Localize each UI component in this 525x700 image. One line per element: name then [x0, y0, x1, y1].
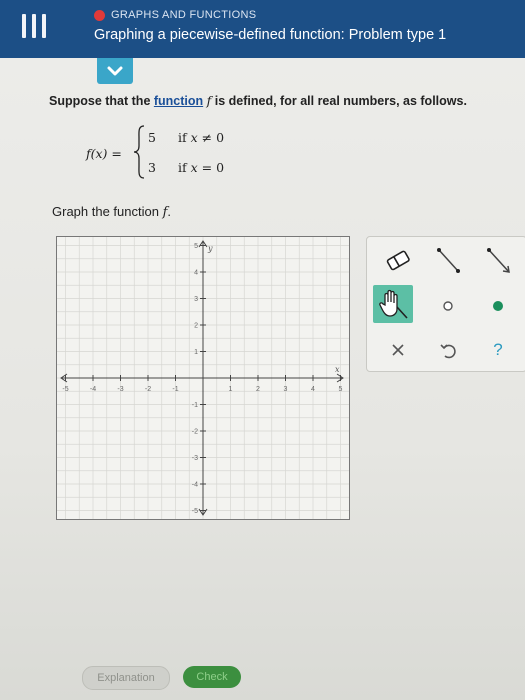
y-tick-label: -4 — [192, 482, 198, 489]
function-lhs: f(x) = — [86, 146, 122, 161]
y-tick-label: -1 — [192, 402, 198, 409]
undo-button[interactable] — [433, 335, 463, 365]
case-2-rest: = 0 — [197, 160, 225, 175]
case-2-condition: if x = 0 — [178, 160, 225, 175]
chevron-down-icon — [107, 66, 123, 76]
hand-icon — [379, 289, 408, 319]
explanation-button[interactable]: Explanation — [82, 666, 170, 690]
segment-tool[interactable] — [433, 245, 463, 275]
eraser-icon — [386, 250, 410, 271]
x-tick-label: -2 — [145, 386, 151, 393]
instruction-suffix: . — [167, 204, 172, 219]
x-tick-label: -5 — [62, 386, 68, 393]
graph-toolbox: ? — [366, 236, 525, 372]
graph-panel[interactable]: x y -5 -4 -3 -2 -1 1 2 3 4 5 5 4 3 2 1 -1 -2 -3 -4 -5 — [56, 236, 350, 520]
open-point-icon — [443, 301, 453, 311]
question-prefix: Suppose that the — [49, 94, 154, 108]
closed-point-icon — [493, 301, 503, 311]
question-text: Suppose that the function f is defined, … — [49, 93, 467, 108]
y-tick-label: 3 — [194, 296, 198, 303]
x-tick-label: 5 — [339, 386, 343, 393]
topic-label: GRAPHS AND FUNCTIONS — [111, 9, 257, 21]
x-tick-label: -3 — [117, 386, 123, 393]
instruction-prefix: Graph the function — [52, 204, 163, 219]
question-suffix: is defined, for all real numbers, as fol… — [211, 94, 467, 108]
y-tick-label: 5 — [194, 243, 198, 250]
segment-icon — [437, 248, 460, 273]
closed-point-tool[interactable] — [483, 291, 513, 321]
function-definition-link[interactable]: function — [154, 94, 203, 108]
case-1-rest: ≠ 0 — [197, 130, 225, 145]
collapse-header-button[interactable] — [97, 58, 133, 84]
x-tick-label: 3 — [284, 386, 288, 393]
instruction-text: Graph the function f. — [52, 204, 171, 220]
help-icon: ? — [493, 340, 503, 359]
y-tick-label: 4 — [194, 270, 198, 277]
y-tick-label: -5 — [192, 508, 198, 515]
case-2-value: 3 — [148, 160, 156, 175]
y-tick-label: -3 — [192, 455, 198, 462]
x-tick-label: 1 — [229, 386, 233, 393]
progress-dot-icon — [94, 9, 105, 21]
y-axis-label: y — [207, 244, 213, 253]
x-tick-label: 2 — [256, 386, 260, 393]
undo-icon — [440, 344, 456, 359]
header-bar: GRAPHS AND FUNCTIONS Graphing a piecewis… — [0, 0, 525, 58]
close-icon — [392, 344, 404, 356]
eraser-tool[interactable] — [383, 245, 413, 275]
help-button[interactable]: ? — [483, 335, 513, 365]
topic-breadcrumb: GRAPHS AND FUNCTIONS — [94, 9, 256, 21]
page-title: Graphing a piecewise-defined function: P… — [94, 27, 447, 43]
left-brace-icon — [133, 125, 145, 179]
y-tick-label: 1 — [194, 349, 198, 356]
coordinate-grid[interactable]: x y -5 -4 -3 -2 -1 1 2 3 4 5 5 4 3 2 1 -1 -2 -3 -4 -5 — [57, 237, 349, 519]
open-point-tool[interactable] — [433, 291, 463, 321]
ray-icon — [487, 248, 510, 273]
x-axis-label: x — [335, 365, 340, 374]
x-tick-label: -4 — [90, 386, 96, 393]
hand-tool[interactable] — [373, 285, 413, 323]
x-tick-label: 4 — [311, 386, 315, 393]
y-tick-label: 2 — [194, 323, 198, 330]
clear-button[interactable] — [383, 335, 413, 365]
menu-icon[interactable] — [22, 14, 48, 38]
y-tick-label: -2 — [192, 429, 198, 436]
x-tick-label: -1 — [172, 386, 178, 393]
case-1-var: x — [190, 130, 198, 145]
case-2-var: x — [190, 160, 198, 175]
case-1-value: 5 — [148, 130, 156, 145]
case-1-condition: if x ≠ 0 — [178, 130, 225, 145]
ray-tool[interactable] — [483, 245, 513, 275]
check-button[interactable]: Check — [183, 666, 241, 688]
